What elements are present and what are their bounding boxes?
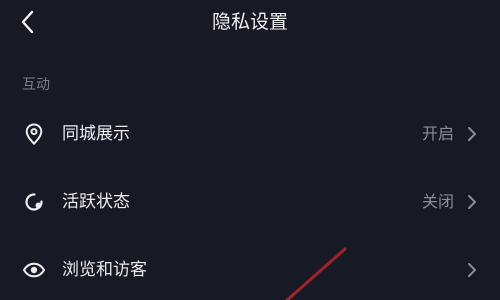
row-local-display[interactable]: 同城展示 开启 bbox=[0, 104, 500, 164]
chevron-right-icon bbox=[466, 192, 478, 212]
row-label-browsing-visitors: 浏览和访客 bbox=[62, 260, 147, 280]
page-title: 隐私设置 bbox=[211, 11, 288, 33]
row-activity-status[interactable]: 活跃状态 关闭 bbox=[0, 172, 500, 232]
row-label-local-display: 同城展示 bbox=[62, 124, 130, 144]
chevron-right-icon bbox=[466, 260, 478, 280]
row-browsing-visitors[interactable]: 浏览和访客 bbox=[0, 240, 500, 300]
row-value-activity-status: 关闭 bbox=[421, 192, 454, 211]
row-value-local-display: 开启 bbox=[421, 124, 454, 143]
eye-icon bbox=[22, 258, 46, 282]
location-pin-icon bbox=[22, 122, 46, 146]
privacy-settings-screen: 隐私设置 互动 同城展示 开启 活跃状态 关闭 浏览和访客 bbox=[0, 0, 500, 300]
chevron-right-icon bbox=[466, 124, 478, 144]
nav-bar: 隐私设置 bbox=[0, 0, 500, 44]
activity-status-icon bbox=[22, 190, 46, 214]
row-label-activity-status: 活跃状态 bbox=[62, 192, 130, 212]
section-header-interaction: 互动 bbox=[22, 77, 50, 93]
